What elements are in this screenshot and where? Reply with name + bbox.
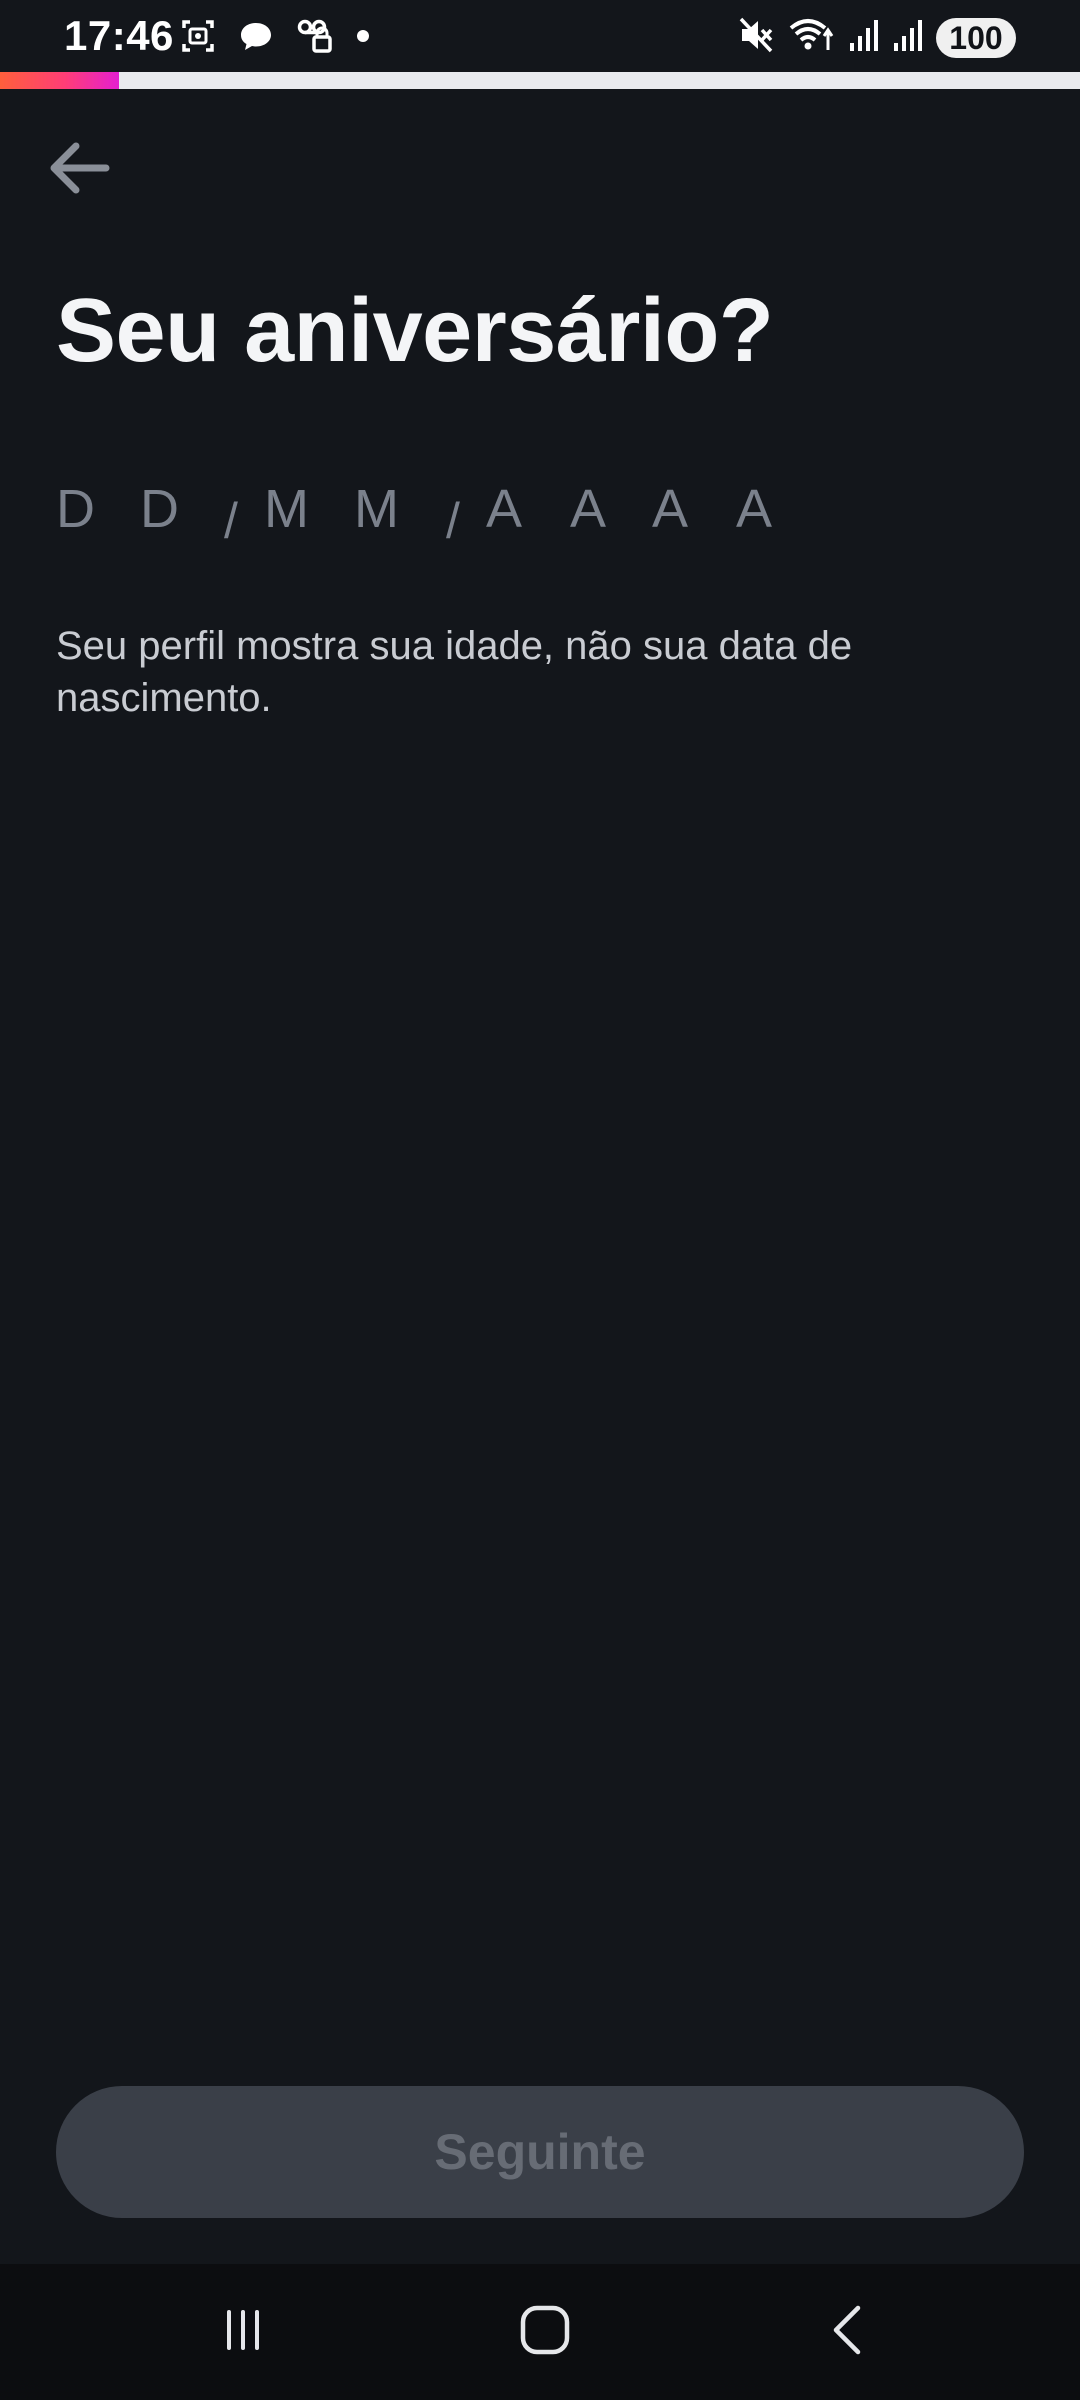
chat-bubble-icon — [238, 18, 274, 54]
progress-bar — [0, 72, 1080, 89]
year-placeholder-char: A — [652, 479, 689, 539]
arrow-left-icon — [42, 132, 114, 209]
day-placeholder-char: D — [56, 479, 95, 539]
recent-apps-icon — [219, 2306, 267, 2359]
nav-back-button[interactable] — [758, 2264, 938, 2400]
month-placeholder-char: M — [264, 479, 309, 539]
year-placeholder-char: A — [486, 479, 523, 539]
status-left-icons — [180, 18, 370, 54]
month-placeholder-char: M — [354, 479, 399, 539]
day-placeholder-char: D — [140, 479, 179, 539]
status-right-icons: 100 — [738, 16, 1016, 59]
wifi-icon — [788, 16, 834, 59]
signal-icon — [848, 17, 878, 58]
date-separator: / — [224, 493, 238, 549]
battery-indicator: 100 — [936, 17, 1016, 58]
date-separator: / — [446, 493, 460, 549]
notification-dot-icon — [356, 29, 370, 43]
mute-icon — [738, 16, 774, 59]
next-button[interactable]: Seguinte — [56, 2086, 1024, 2218]
status-time: 17:46 — [64, 12, 174, 59]
birthday-input[interactable]: D D / M M / A A A A — [56, 478, 816, 568]
progress-fill — [0, 72, 119, 89]
home-icon — [519, 2304, 571, 2361]
screenshot-icon — [180, 18, 216, 54]
back-button[interactable] — [36, 128, 120, 212]
signal-icon — [892, 17, 922, 58]
home-button[interactable] — [455, 2264, 635, 2400]
page-title: Seu aniversário? — [56, 281, 774, 381]
back-icon — [824, 2304, 872, 2361]
year-placeholder-char: A — [570, 479, 607, 539]
year-placeholder-char: A — [736, 479, 773, 539]
system-nav-bar — [0, 2264, 1080, 2400]
voicemail-icon — [296, 18, 334, 54]
status-bar: 17:46 100 — [0, 0, 1080, 72]
helper-text: Seu perfil mostra sua idade, não sua dat… — [56, 624, 853, 720]
recent-apps-button[interactable] — [153, 2264, 333, 2400]
